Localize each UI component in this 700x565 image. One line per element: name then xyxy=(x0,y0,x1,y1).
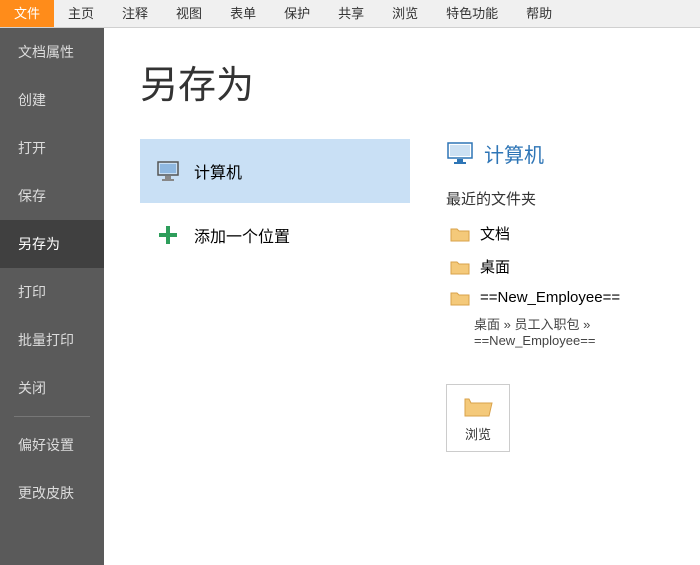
menu-home[interactable]: 主页 xyxy=(54,0,108,27)
folder-icon xyxy=(450,290,470,306)
menu-protect[interactable]: 保护 xyxy=(270,0,324,27)
browse-button[interactable]: 浏览 xyxy=(446,384,510,452)
sidebar-divider xyxy=(14,416,90,417)
right-header: 计算机 xyxy=(446,139,672,168)
menu-form[interactable]: 表单 xyxy=(216,0,270,27)
sidebar-properties[interactable]: 文档属性 xyxy=(0,28,104,76)
menu-file[interactable]: 文件 xyxy=(0,0,54,27)
browse-label: 浏览 xyxy=(465,424,491,443)
sidebar-save-as[interactable]: 另存为 xyxy=(0,220,104,268)
menu-view[interactable]: 视图 xyxy=(162,0,216,27)
page-title: 另存为 xyxy=(140,54,672,109)
content: 另存为 计算机 添加一个位置 xyxy=(104,28,700,565)
folder-documents[interactable]: 文档 xyxy=(446,217,672,250)
computer-icon xyxy=(446,141,474,167)
folder-name: 文档 xyxy=(480,223,510,244)
main: 文档属性 创建 打开 保存 另存为 打印 批量打印 关闭 偏好设置 更改皮肤 另… xyxy=(0,28,700,565)
sidebar-print[interactable]: 打印 xyxy=(0,268,104,316)
locations-list: 计算机 添加一个位置 xyxy=(140,139,410,452)
sidebar-close[interactable]: 关闭 xyxy=(0,364,104,412)
location-add-place[interactable]: 添加一个位置 xyxy=(140,203,410,267)
top-menu: 文件 主页 注释 视图 表单 保护 共享 浏览 特色功能 帮助 xyxy=(0,0,700,28)
menu-help[interactable]: 帮助 xyxy=(512,0,566,27)
menu-comment[interactable]: 注释 xyxy=(108,0,162,27)
folder-new-employee[interactable]: ==New_Employee== xyxy=(446,283,672,312)
folder-open-icon xyxy=(463,394,493,418)
plus-icon xyxy=(154,223,182,247)
location-computer[interactable]: 计算机 xyxy=(140,139,410,203)
folder-desktop[interactable]: 桌面 xyxy=(446,250,672,283)
folder-name: 桌面 xyxy=(480,256,510,277)
folder-icon xyxy=(450,226,470,242)
sidebar-create[interactable]: 创建 xyxy=(0,76,104,124)
folder-name: ==New_Employee== xyxy=(480,289,620,306)
sidebar-open[interactable]: 打开 xyxy=(0,124,104,172)
sidebar-skin[interactable]: 更改皮肤 xyxy=(0,469,104,517)
computer-icon xyxy=(154,160,182,182)
menu-browse[interactable]: 浏览 xyxy=(378,0,432,27)
right-panel: 计算机 最近的文件夹 文档 桌面 xyxy=(446,139,672,452)
sidebar-batch-print[interactable]: 批量打印 xyxy=(0,316,104,364)
right-heading: 计算机 xyxy=(484,139,544,168)
folder-icon xyxy=(450,259,470,275)
two-col: 计算机 添加一个位置 计算机 最近的文件夹 xyxy=(140,139,672,452)
location-label: 添加一个位置 xyxy=(194,223,290,247)
sidebar: 文档属性 创建 打开 保存 另存为 打印 批量打印 关闭 偏好设置 更改皮肤 xyxy=(0,28,104,565)
recent-folders-label: 最近的文件夹 xyxy=(446,188,672,209)
menu-extras[interactable]: 特色功能 xyxy=(432,0,512,27)
sidebar-save[interactable]: 保存 xyxy=(0,172,104,220)
menu-share[interactable]: 共享 xyxy=(324,0,378,27)
sidebar-preferences[interactable]: 偏好设置 xyxy=(0,421,104,469)
location-label: 计算机 xyxy=(194,159,242,183)
folder-path: 桌面 » 员工入职包 » ==New_Employee== xyxy=(446,312,672,358)
